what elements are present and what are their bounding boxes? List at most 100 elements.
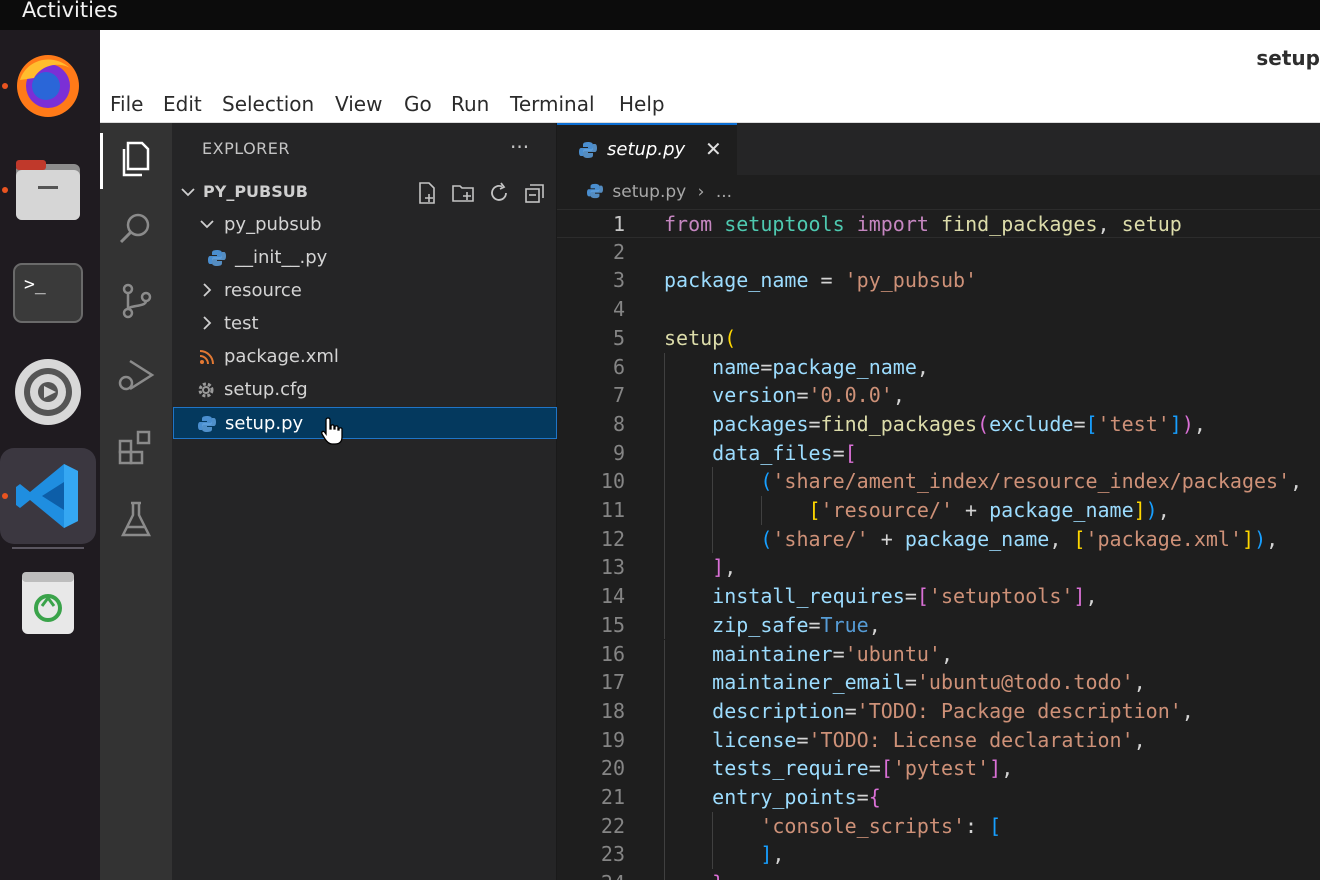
tree-file-package-xml[interactable]: package.xml <box>172 341 557 373</box>
code-token: 'ubuntu' <box>844 641 941 666</box>
menu-terminal[interactable]: Terminal <box>510 92 595 116</box>
code-line[interactable]: 11 ['resource/' + package_name]), <box>557 496 1320 525</box>
code-text: ], <box>664 555 736 579</box>
breadcrumb-file[interactable]: setup.py <box>612 182 686 202</box>
code-text: ['resource/' + package_name]), <box>664 498 1170 522</box>
code-token: find_packages <box>940 212 1098 236</box>
code-line[interactable]: 23 ], <box>557 840 1320 870</box>
code-line[interactable]: 10 ('share/ament_index/resource_index/pa… <box>557 467 1320 496</box>
code-line[interactable]: 7 version='0.0.0', <box>557 381 1320 410</box>
code-token: ] <box>1169 411 1182 436</box>
code-line[interactable]: 6 name=package_name, <box>557 352 1320 382</box>
tree-file-init-py[interactable]: __init__.py <box>172 242 557 274</box>
code-token: install_requires <box>712 584 905 609</box>
code-token: = <box>1073 411 1086 436</box>
code-text: entry_points={ <box>664 785 881 809</box>
activity-active-marker <box>100 133 103 189</box>
indent-guide <box>664 381 665 410</box>
activity-extensions[interactable] <box>116 427 156 467</box>
code-line[interactable]: 2 <box>557 238 1320 267</box>
workspace-root[interactable]: PY_PUBSUB <box>172 177 557 207</box>
indent-guide <box>712 496 714 525</box>
code-line[interactable]: 16 maintainer='ubuntu', <box>557 639 1320 669</box>
code-line[interactable]: 21 entry_points={ <box>557 783 1320 812</box>
dock-terminal[interactable]: >_ <box>12 258 84 330</box>
new-file-icon[interactable] <box>415 181 439 205</box>
menu-selection[interactable]: Selection <box>222 92 314 116</box>
code-token: = <box>808 612 821 637</box>
line-number: 6 <box>612 354 625 379</box>
code-line[interactable]: 3 package_name = 'py_pubsub' <box>557 266 1320 295</box>
tree-folder-resource[interactable]: resource <box>172 275 557 307</box>
line-number: 11 <box>600 498 625 522</box>
code-line[interactable]: 14 install_requires=['setuptools'], <box>557 582 1320 611</box>
indent-guide <box>664 783 665 812</box>
code-token: , <box>724 555 737 580</box>
menu-edit[interactable]: Edit <box>163 92 202 116</box>
code-line[interactable]: 15 zip_safe=True, <box>557 610 1320 640</box>
code-token: = <box>808 268 845 293</box>
code-editor[interactable]: 1 from setuptools import find_packages, s… <box>557 209 1320 880</box>
code-line[interactable]: 1 from setuptools import find_packages, s… <box>557 209 1320 238</box>
dock-files[interactable] <box>12 154 84 226</box>
menu-help[interactable]: Help <box>619 92 665 116</box>
code-line[interactable]: 24 }, <box>557 869 1320 880</box>
tree-file-setup-py[interactable]: setup.py <box>173 407 557 445</box>
code-line[interactable]: 8 packages=find_packages(exclude=['test'… <box>557 409 1320 439</box>
code-token: : <box>965 813 990 838</box>
code-token: = <box>868 756 881 781</box>
code-line[interactable]: 12 ('share/' + package_name, ['package.x… <box>557 524 1320 554</box>
code-line[interactable]: 5 setup( <box>557 324 1320 353</box>
refresh-icon[interactable] <box>487 181 511 205</box>
code-line[interactable]: 19 license='TODO: License declaration', <box>557 725 1320 755</box>
code-line[interactable]: 18 description='TODO: Package descriptio… <box>557 696 1320 726</box>
code-token: , <box>1193 411 1206 436</box>
dock-settings[interactable] <box>12 356 84 428</box>
rss-icon <box>199 350 214 365</box>
menu-go[interactable]: Go <box>404 92 432 116</box>
dock-firefox[interactable] <box>12 50 84 122</box>
tree-file-setup-cfg[interactable]: setup.cfg <box>172 374 557 406</box>
code-line[interactable]: 17 maintainer_email='ubuntu@todo.todo', <box>557 668 1320 697</box>
dock-trash[interactable] <box>12 566 84 638</box>
new-folder-icon[interactable] <box>451 181 475 205</box>
code-token: ) <box>1181 411 1194 436</box>
code-token: ] <box>712 555 725 580</box>
activity-testing[interactable] <box>116 499 156 539</box>
line-number: 13 <box>600 555 625 580</box>
code-token: = <box>796 727 809 752</box>
code-line[interactable]: 9 data_files=[ <box>557 438 1320 468</box>
tab-setup-py[interactable]: setup.py ✕ <box>557 123 737 175</box>
code-token: package_name <box>989 498 1134 522</box>
code-line[interactable]: 20 tests_require=['pytest'], <box>557 754 1320 783</box>
code-line[interactable]: 4 <box>557 295 1320 324</box>
activities-button[interactable]: Activities <box>22 0 118 22</box>
close-icon[interactable]: ✕ <box>705 137 722 161</box>
activity-search[interactable] <box>116 209 156 249</box>
activity-source-control[interactable] <box>116 281 156 321</box>
code-line[interactable]: 22 'console_scripts': [ <box>557 811 1320 841</box>
menu-file[interactable]: File <box>110 92 143 116</box>
activity-run-debug[interactable] <box>116 355 156 395</box>
tree-folder-test[interactable]: test <box>172 308 557 340</box>
collapse-all-icon[interactable] <box>523 181 547 205</box>
more-actions-icon[interactable]: ··· <box>510 135 529 159</box>
line-number: 22 <box>600 813 625 838</box>
menu-run[interactable]: Run <box>451 92 489 116</box>
activity-explorer[interactable] <box>116 139 156 179</box>
tree-folder-py-pubsub[interactable]: py_pubsub <box>172 209 557 241</box>
dock-vscode[interactable] <box>12 460 84 532</box>
line-number: 24 <box>577 871 625 880</box>
running-indicator <box>2 493 8 499</box>
code-token: = <box>808 411 821 436</box>
code-token: find_packages <box>820 411 978 436</box>
breadcrumb-more[interactable]: ... <box>716 182 732 202</box>
code-token: = <box>796 383 809 408</box>
code-text: license='TODO: License declaration', <box>664 728 1146 752</box>
menu-view[interactable]: View <box>335 92 382 116</box>
code-line[interactable]: 13 ], <box>557 553 1320 583</box>
firefox-icon <box>17 55 79 117</box>
